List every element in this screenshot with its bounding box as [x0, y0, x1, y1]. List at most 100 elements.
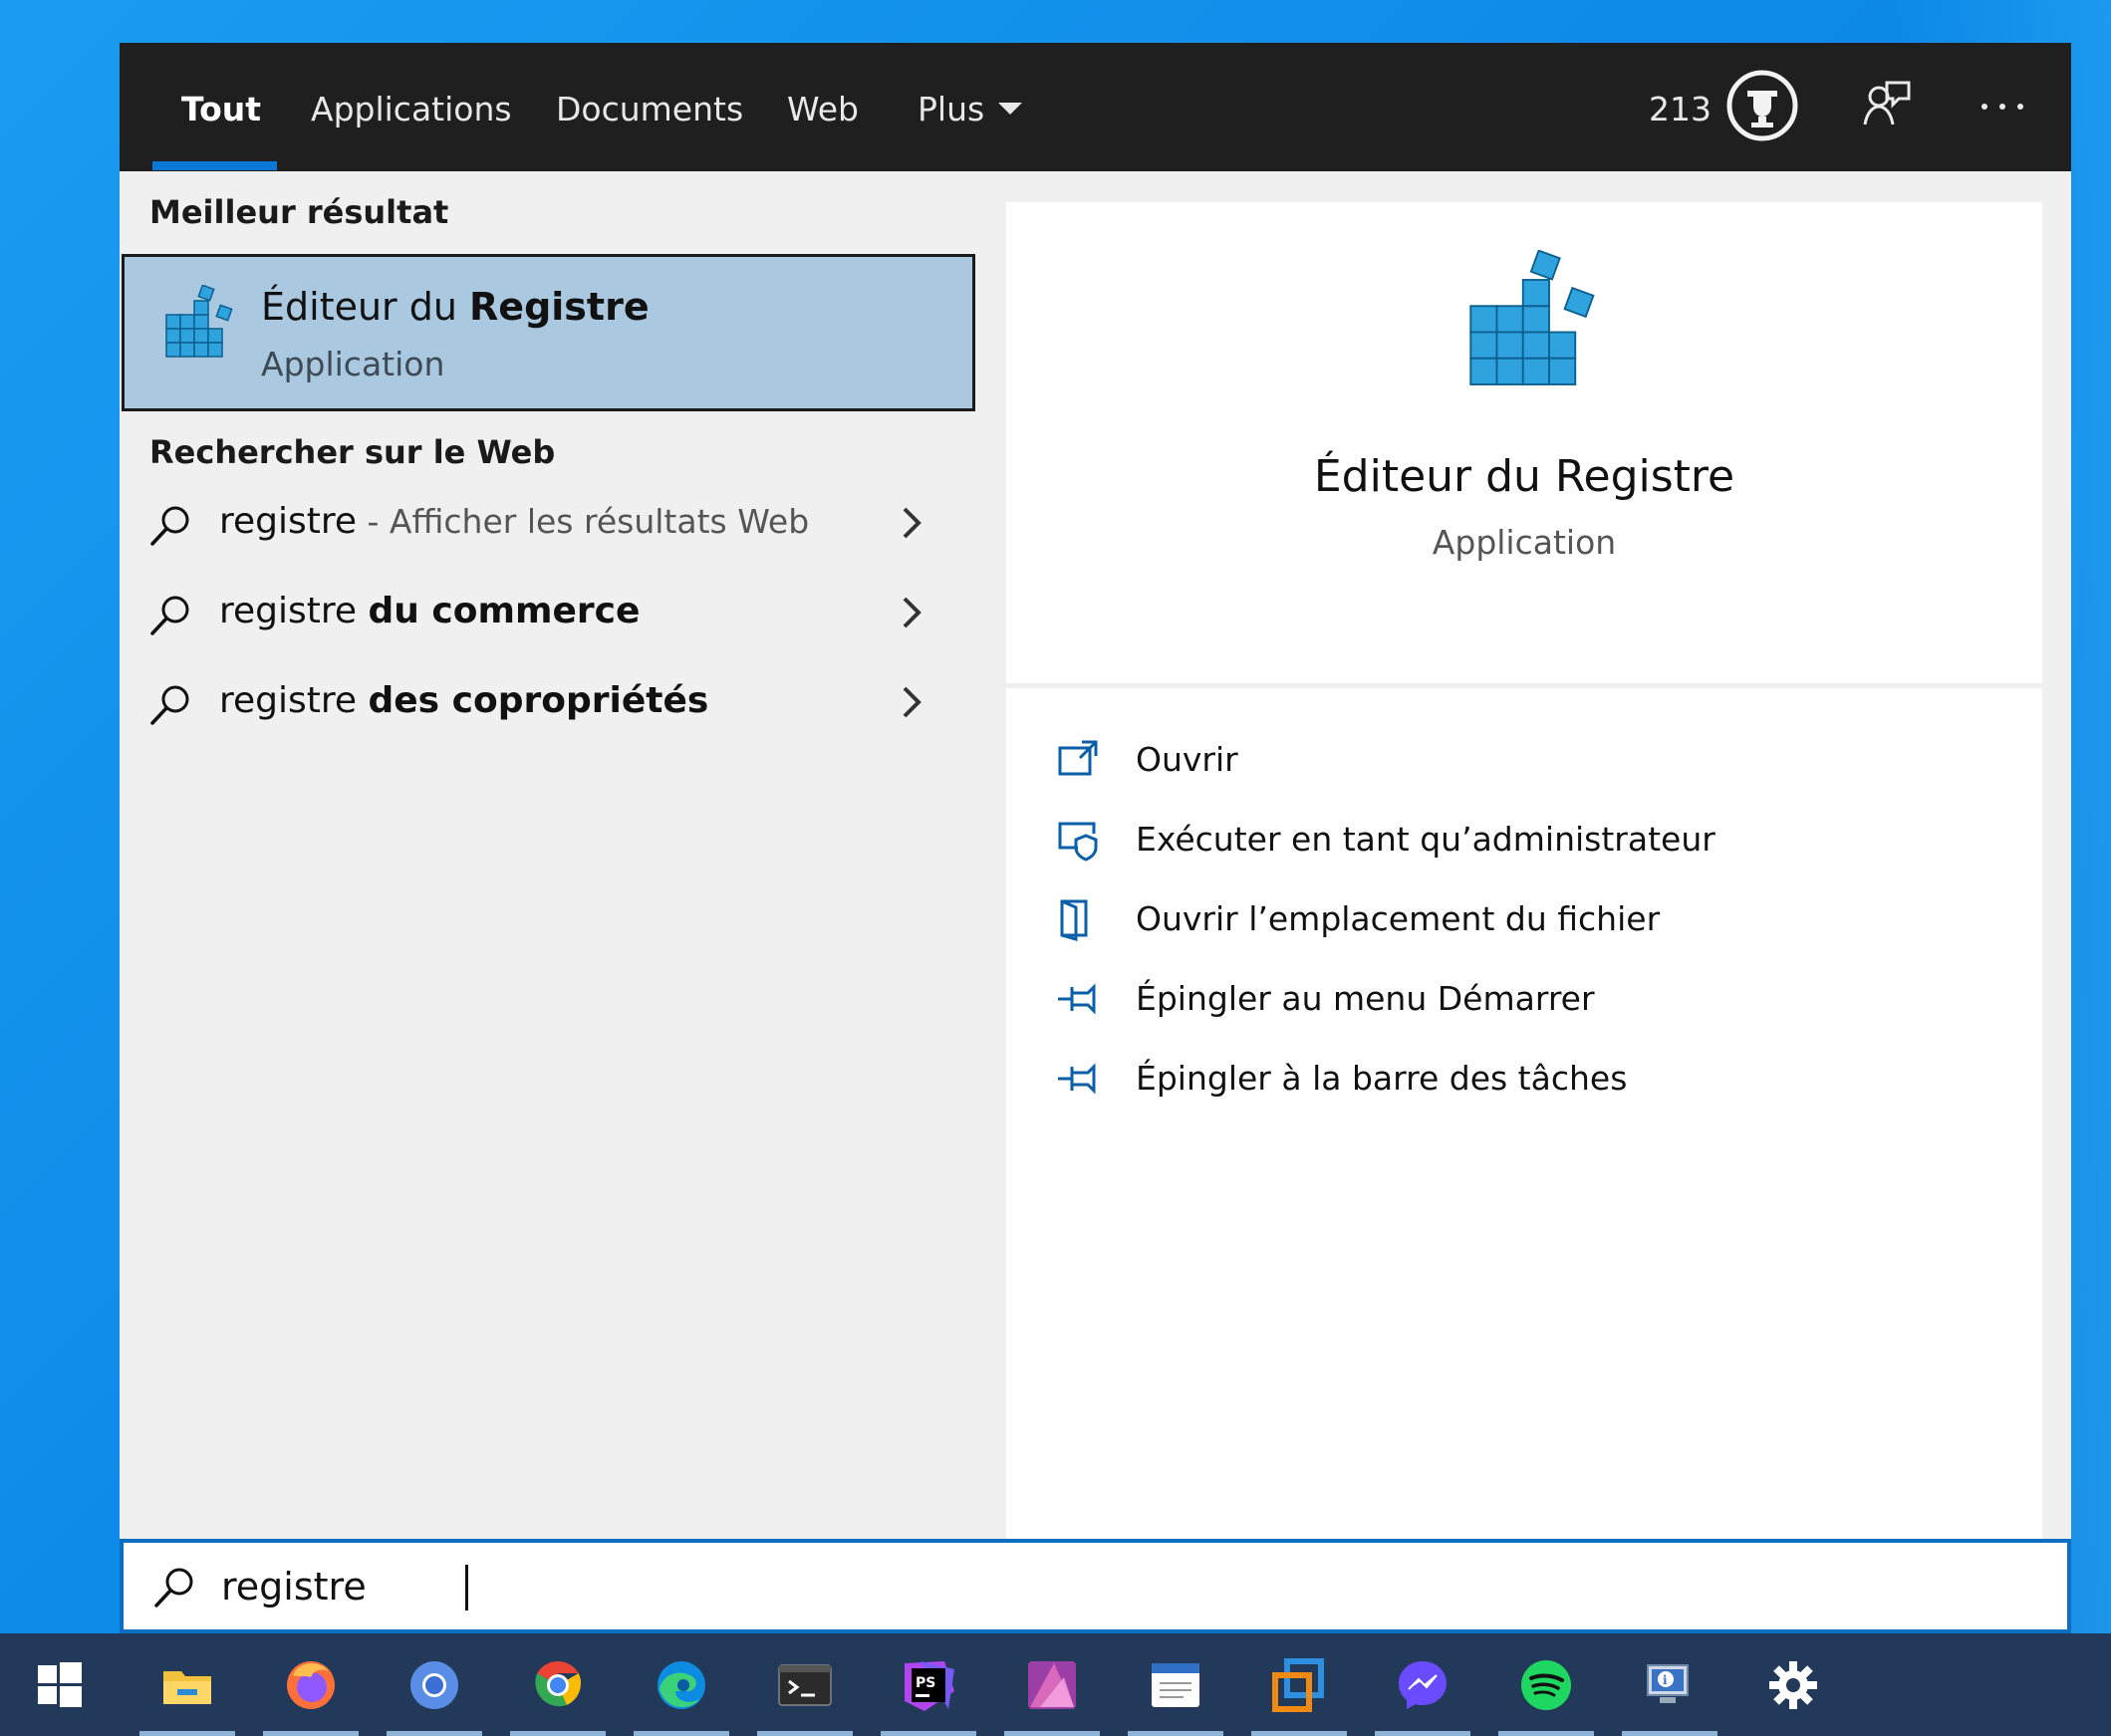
open-icon	[1058, 740, 1098, 776]
firefox-icon	[287, 1661, 335, 1709]
web-search-heading: Rechercher sur le Web	[149, 433, 556, 471]
tab-more-label: Plus	[918, 90, 985, 128]
search-topbar: Tout Applications Documents Web Plus 213	[120, 43, 2071, 171]
running-indicator	[1498, 1731, 1594, 1736]
running-indicator	[387, 1731, 482, 1736]
run-as-admin-icon	[1058, 822, 1098, 862]
running-indicator	[757, 1731, 853, 1736]
action-pin-to-taskbar[interactable]: Épingler à la barre des tâches	[1056, 1049, 1953, 1109]
action-pin-to-taskbar-label: Épingler à la barre des tâches	[1136, 1059, 1628, 1098]
running-indicator	[1375, 1731, 1470, 1736]
text-cursor	[465, 1565, 468, 1611]
chrome-icon	[535, 1661, 582, 1707]
best-match-item[interactable]: Éditeur du Registre Application	[122, 254, 975, 411]
taskbar-settings[interactable]	[1743, 1633, 1843, 1736]
system-info-icon: i	[1647, 1664, 1689, 1703]
messenger-icon	[1399, 1661, 1447, 1709]
more-options-icon[interactable]	[1973, 95, 2032, 119]
action-run-as-admin[interactable]: Exécuter en tant qu’administrateur	[1056, 810, 1953, 869]
preview-title: Éditeur du Registre	[1313, 451, 1735, 502]
chevron-right-icon	[903, 686, 922, 718]
chevron-down-icon	[998, 102, 1023, 115]
tab-more[interactable]: Plus	[918, 85, 1023, 134]
registry-editor-icon	[165, 285, 233, 358]
file-explorer-icon	[163, 1671, 211, 1704]
taskbar-chrome[interactable]	[508, 1633, 608, 1736]
pin-icon	[1058, 983, 1096, 1015]
action-open-file-location[interactable]: Ouvrir l’emplacement du fichier	[1056, 889, 1953, 949]
running-indicator	[1128, 1731, 1223, 1736]
virtualbox-icon	[1272, 1658, 1324, 1712]
best-match-type: Application	[261, 345, 445, 383]
web-result-query: registre	[219, 591, 369, 631]
web-result-row[interactable]: registre - Afficher les résultats Web	[120, 483, 976, 563]
taskbar-edge[interactable]	[632, 1633, 731, 1736]
preview-divider	[1006, 683, 2042, 688]
phpstorm-icon: PS	[905, 1661, 954, 1711]
web-result-query: registre	[219, 501, 358, 542]
feedback-icon[interactable]	[1861, 79, 1913, 130]
preview-type: Application	[1432, 523, 1617, 562]
taskbar-affinity-photo[interactable]	[1002, 1633, 1102, 1736]
tab-web[interactable]: Web	[787, 85, 859, 134]
notepad-icon	[1152, 1663, 1199, 1707]
pin-icon	[1058, 1063, 1096, 1095]
web-result-text: registre des copropriétés	[219, 680, 708, 721]
taskbar-file-explorer[interactable]	[137, 1633, 237, 1736]
running-indicator	[634, 1731, 729, 1736]
search-window: Tout Applications Documents Web Plus 213…	[120, 43, 2071, 1632]
search-icon	[150, 596, 189, 635]
taskbar-phpstorm[interactable]: PS	[879, 1633, 978, 1736]
taskbar-firefox[interactable]	[261, 1633, 361, 1736]
web-result-row[interactable]: registre du commerce	[120, 573, 976, 652]
windows-start-icon	[38, 1662, 82, 1707]
chevron-right-icon	[903, 597, 922, 628]
chevron-right-icon	[903, 507, 922, 539]
taskbar-spotify[interactable]	[1496, 1633, 1596, 1736]
taskbar-system-info[interactable]: i	[1620, 1633, 1719, 1736]
running-indicator	[263, 1731, 359, 1736]
action-pin-to-start-label: Épingler au menu Démarrer	[1136, 979, 1595, 1018]
running-indicator	[1004, 1731, 1100, 1736]
preview-panel: Éditeur du Registre Application Ouvrir E…	[1006, 202, 2042, 1582]
chromium-icon	[410, 1661, 458, 1709]
file-location-icon	[1060, 899, 1088, 941]
taskbar-terminal[interactable]	[755, 1633, 855, 1736]
action-open-file-location-label: Ouvrir l’emplacement du fichier	[1136, 899, 1661, 938]
web-result-text: registre du commerce	[219, 591, 640, 631]
results-panel: Meilleur résultat Éditeur du Registre Ap…	[120, 171, 976, 1582]
web-result-row[interactable]: registre des copropriétés	[120, 662, 976, 742]
action-open[interactable]: Ouvrir	[1056, 730, 1953, 790]
taskbar-notepad[interactable]	[1126, 1633, 1225, 1736]
running-indicator	[139, 1731, 235, 1736]
best-match-title-regular: Éditeur du	[261, 285, 470, 329]
start-button[interactable]	[10, 1633, 110, 1736]
search-input[interactable]	[221, 1557, 1915, 1616]
taskbar-messenger[interactable]	[1373, 1633, 1472, 1736]
taskbar-chromium[interactable]	[385, 1633, 484, 1736]
rewards-medal-icon[interactable]	[1725, 69, 1799, 142]
action-pin-to-start[interactable]: Épingler au menu Démarrer	[1056, 969, 1953, 1029]
web-result-query: registre	[219, 680, 369, 721]
settings-icon	[1769, 1661, 1817, 1709]
running-indicator	[510, 1731, 606, 1736]
web-result-bold: des copropriétés	[368, 680, 709, 721]
svg-text:i: i	[1663, 1673, 1668, 1687]
search-box	[120, 1539, 2071, 1633]
terminal-icon	[778, 1664, 832, 1706]
action-open-label: Ouvrir	[1136, 740, 1238, 779]
tab-documents[interactable]: Documents	[556, 85, 743, 134]
running-indicator	[1622, 1731, 1717, 1736]
active-tab-indicator	[152, 161, 277, 170]
tab-all[interactable]: Tout	[181, 85, 261, 134]
taskbar: PS i	[0, 1633, 2111, 1736]
tab-applications[interactable]: Applications	[311, 85, 512, 134]
search-icon	[150, 506, 189, 546]
svg-text:PS: PS	[916, 1675, 935, 1691]
best-match-title: Éditeur du Registre	[261, 285, 650, 329]
action-run-as-admin-label: Exécuter en tant qu’administrateur	[1136, 820, 1715, 859]
edge-icon	[658, 1661, 705, 1709]
registry-editor-large-icon	[1469, 250, 1595, 385]
taskbar-virtualbox[interactable]	[1249, 1633, 1349, 1736]
web-result-text: registre - Afficher les résultats Web	[219, 501, 809, 542]
